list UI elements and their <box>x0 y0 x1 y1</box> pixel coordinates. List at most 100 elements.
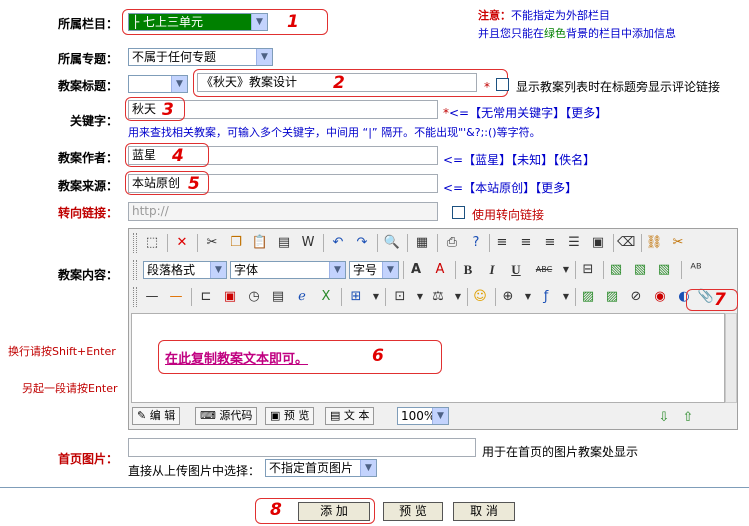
align-left-icon[interactable]: ≡ <box>493 234 511 252</box>
chevron-down-icon[interactable]: ▼ <box>411 288 429 306</box>
font-size-select[interactable]: 字号 ▼ <box>349 261 399 279</box>
edit-mode-button[interactable]: ✎ 编 辑 <box>132 407 181 425</box>
form-icon[interactable]: ⊡ <box>391 288 409 306</box>
copy-icon[interactable]: ❐ <box>227 234 245 252</box>
chevron-down-icon[interactable]: ▼ <box>519 288 537 306</box>
align-center-icon[interactable]: ≡ <box>517 234 535 252</box>
chevron-down-icon[interactable]: ▼ <box>367 288 385 306</box>
author-unknown-link[interactable]: 【未知】 <box>511 153 553 167</box>
shrink-editor-icon[interactable]: ⇩ <box>655 409 673 427</box>
block-icon[interactable]: ▣ <box>589 234 607 252</box>
list-icon[interactable]: ⊟ <box>579 261 597 279</box>
redo-icon[interactable]: ↷ <box>353 234 371 252</box>
add-button[interactable]: 添 加 <box>298 502 370 521</box>
link-icon[interactable]: ⛓ <box>645 234 663 252</box>
select-all-icon[interactable]: ⬚ <box>143 234 161 252</box>
callout-number-5: 5 <box>188 174 200 194</box>
cancel-button[interactable]: 取 消 <box>453 502 515 521</box>
eraser-icon[interactable]: ⌫ <box>617 234 635 252</box>
function-icon[interactable]: ƒ <box>537 288 555 306</box>
italic-button[interactable]: I <box>483 261 501 279</box>
print-icon[interactable]: ⎙ <box>443 234 461 252</box>
more-sources-link[interactable]: 【更多】 <box>535 181 577 195</box>
chevron-down-icon[interactable]: ▼ <box>557 261 575 279</box>
unlink-icon[interactable]: ✂ <box>669 234 687 252</box>
find-icon[interactable]: 🔍 <box>383 234 401 252</box>
paste-icon[interactable]: 📋 <box>251 234 269 252</box>
author-links: <=【蓝星】【未知】【佚名】 <box>443 153 596 167</box>
insert-image-icon[interactable]: ▨ <box>579 288 597 306</box>
paragraph-format-select[interactable]: 段落格式 ▼ <box>143 261 227 279</box>
calculator-icon[interactable]: ▦ <box>413 234 431 252</box>
chevron-down-icon: ▼ <box>432 408 448 424</box>
column-label: 所属栏目： <box>58 17 119 31</box>
page-break-icon[interactable]: ⊏ <box>197 288 215 306</box>
align-justify-icon[interactable]: ☰ <box>565 234 583 252</box>
callout-number-3: 3 <box>162 100 174 120</box>
clock-icon[interactable]: ◷ <box>245 288 263 306</box>
title-prefix-select[interactable]: ▼ <box>128 75 188 93</box>
emoticon-icon[interactable]: ☺ <box>471 288 489 306</box>
bold-button[interactable]: B <box>459 261 477 279</box>
use-redirect-checkbox[interactable] <box>452 206 465 219</box>
no-common-keywords-link[interactable]: 【无常用关键字】 <box>469 106 565 120</box>
chevron-down-icon[interactable]: ▼ <box>557 288 575 306</box>
home-image-input[interactable] <box>128 438 476 457</box>
insert-gallery-icon[interactable]: ▨ <box>603 288 621 306</box>
help-icon[interactable]: ? <box>467 234 485 252</box>
image-right-icon[interactable]: ▧ <box>655 261 673 279</box>
bg-color-icon[interactable]: A <box>431 261 449 279</box>
redirect-input[interactable]: http:// <box>128 202 438 221</box>
excel-icon[interactable]: X <box>317 288 335 306</box>
expand-editor-icon[interactable]: ⇧ <box>679 409 697 427</box>
horizontal-rule-icon[interactable]: — <box>143 288 161 306</box>
horizontal-rule-color-icon[interactable]: — <box>167 288 185 306</box>
more-keywords-link[interactable]: 【更多】 <box>565 106 607 120</box>
callout-box-7 <box>686 289 738 311</box>
source-original-link[interactable]: 【本站原创】 <box>463 181 535 195</box>
undo-icon[interactable]: ↶ <box>329 234 347 252</box>
content-body-text: 在此复制教案文本即可。 <box>165 352 309 367</box>
align-right-icon[interactable]: ≡ <box>541 234 559 252</box>
redirect-label: 转向链接： <box>58 206 119 220</box>
callout-number-1: 1 <box>287 12 299 32</box>
editor-toolbar-row-2: 段落格式 ▼ 字体 ▼ 字号 ▼ A A B I U ABC ▼ ⊟ ▧ ▧ ▧ ᴬᴮ <box>131 258 731 282</box>
author-lanxing-link[interactable]: 【蓝星】 <box>463 153 511 167</box>
callout-number-7: 7 <box>714 290 726 310</box>
home-image-hint: 用于在首页的图片教案处显示 <box>482 445 639 459</box>
media-icon[interactable]: ◉ <box>651 288 669 306</box>
date-icon[interactable]: ▣ <box>221 288 239 306</box>
paste-word-icon[interactable]: W <box>299 234 317 252</box>
keywords-links: *<=【无常用关键字】【更多】 <box>443 106 608 120</box>
font-select[interactable]: 字体 ▼ <box>230 261 346 279</box>
show-comment-checkbox[interactable] <box>496 78 509 91</box>
zoom-icon[interactable]: ⊕ <box>499 288 517 306</box>
text-mode-button[interactable]: ▤ 文 本 <box>325 407 375 425</box>
image-left-icon[interactable]: ▧ <box>607 261 625 279</box>
spellcheck-icon[interactable]: ᴬᴮ <box>687 261 705 279</box>
underline-button[interactable]: U <box>507 261 525 279</box>
strikethrough-button[interactable]: ABC <box>531 261 557 279</box>
preview-button[interactable]: 预 览 <box>383 502 443 521</box>
author-anonymous-link[interactable]: 【佚名】 <box>553 153 595 167</box>
chevron-down-icon[interactable]: ▼ <box>449 288 467 306</box>
browser-icon[interactable]: ℯ <box>293 288 311 306</box>
balance-icon[interactable]: ⚖ <box>429 288 447 306</box>
callout-number-8: 8 <box>270 500 282 520</box>
zoom-select[interactable]: 100% ▼ <box>397 407 449 425</box>
paste-text-icon[interactable]: ▤ <box>275 234 293 252</box>
document-icon[interactable]: ▤ <box>269 288 287 306</box>
image-center-icon[interactable]: ▧ <box>631 261 649 279</box>
keywords-label: 关键字： <box>70 114 119 128</box>
flash-icon[interactable]: ⊘ <box>627 288 645 306</box>
source-mode-button[interactable]: ⌨ 源代码 <box>195 407 258 425</box>
delete-icon[interactable]: ✕ <box>173 234 191 252</box>
preview-icon: ▣ <box>270 409 281 422</box>
cut-icon[interactable]: ✂ <box>203 234 221 252</box>
table-icon[interactable]: ⊞ <box>347 288 365 306</box>
topic-select[interactable]: 不属于任何专题 ▼ <box>128 48 273 66</box>
font-color-icon[interactable]: A <box>407 261 425 279</box>
upload-image-select[interactable]: 不指定首页图片 ▼ <box>265 459 377 477</box>
editor-scrollbar[interactable] <box>725 313 737 403</box>
preview-mode-button[interactable]: ▣ 预 览 <box>265 407 315 425</box>
